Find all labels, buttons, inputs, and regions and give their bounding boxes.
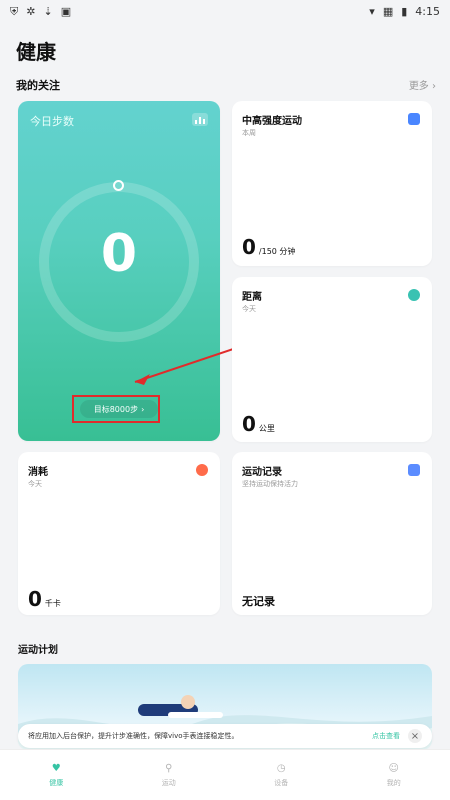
calories-value: 0 千卡 — [28, 589, 61, 614]
status-left: ⛨ ✲ ⇣ ▣ — [10, 6, 71, 17]
records-card[interactable]: 运动记录 坚持运动保持活力 无记录 — [232, 452, 432, 615]
chevron-right-icon: › — [432, 81, 436, 92]
intensity-title: 中高强度运动 — [242, 116, 302, 127]
nav-me[interactable]: ☺ 我的 — [387, 762, 401, 788]
highlight-box — [72, 395, 160, 423]
close-icon[interactable]: × — [408, 729, 422, 743]
shield-icon: ⛨ — [10, 4, 19, 18]
distance-value: 0 公里 — [242, 414, 275, 439]
intensity-sub: 本周 — [242, 129, 256, 137]
section-title-focus: 我的关注 — [16, 79, 60, 92]
more-label: 更多 — [408, 81, 429, 92]
flame-icon — [196, 464, 208, 476]
shoe-icon — [408, 113, 420, 125]
intensity-unit: /150 分钟 — [258, 247, 296, 256]
runner-icon: ⚲ — [165, 763, 173, 774]
nav-sport-label: 运动 — [161, 779, 176, 787]
page-title: 健康 — [16, 40, 56, 64]
section-title-plan: 运动计划 — [18, 645, 58, 656]
distance-title: 距离 — [242, 292, 262, 303]
distance-unit: 公里 — [258, 424, 275, 433]
bug-icon: ✲ — [26, 4, 36, 18]
toast-actions: 点击查看 × — [366, 729, 422, 743]
distance-number: 0 — [242, 412, 256, 436]
more-link[interactable]: 更多 › — [409, 77, 436, 92]
nav-health[interactable]: ♥ 健康 — [49, 762, 63, 788]
bar-chart-icon[interactable] — [192, 113, 208, 126]
distance-sub: 今天 — [242, 305, 256, 313]
calories-card[interactable]: 消耗 今天 0 千卡 — [18, 452, 220, 615]
download-icon: ⇣ — [43, 4, 53, 18]
bottom-nav: ♥ 健康 ⚲ 运动 ◷ 设备 ☺ 我的 — [0, 749, 450, 800]
records-sub: 坚持运动保持活力 — [242, 480, 298, 488]
document-icon — [408, 464, 420, 476]
nav-device[interactable]: ◷ 设备 — [274, 762, 288, 788]
steps-card[interactable]: 今日步数 0 目标8000步 › — [18, 101, 220, 441]
watch-icon: ◷ — [276, 763, 286, 774]
battery-icon: ▮ — [401, 4, 408, 18]
toast-text-wrap: 将应用加入后台保护，提升计步准确性，保障vivo手表连接稳定性。 — [28, 731, 239, 741]
status-bar: ⛨ ✲ ⇣ ▣ ▾ ▦ ▮ 4:15 — [0, 0, 450, 22]
background-protection-toast[interactable]: 将应用加入后台保护，提升计步准确性，保障vivo手表连接稳定性。 点击查看 × — [18, 724, 432, 748]
calories-unit: 千卡 — [44, 599, 61, 608]
intensity-value: 0/150 分钟 — [242, 237, 295, 262]
nav-sport[interactable]: ⚲ 运动 — [162, 762, 176, 788]
distance-card[interactable]: 距离 今天 0 公里 — [232, 277, 432, 442]
records-value: 无记录 — [242, 595, 275, 608]
status-time: 4:15 — [415, 4, 440, 18]
toast-text: 将应用加入后台保护，提升计步准确性，保障vivo手表连接稳定性。 — [28, 732, 239, 740]
steps-title: 今日步数 — [30, 115, 74, 128]
heart-pulse-icon: ♥ — [51, 763, 61, 774]
records-title: 运动记录 — [242, 467, 282, 478]
ring-indicator-icon — [113, 180, 124, 191]
wifi-icon: ▾ — [369, 4, 375, 18]
sim-icon: ▦ — [382, 4, 394, 18]
nav-health-label: 健康 — [49, 779, 64, 787]
intensity-number: 0 — [242, 235, 256, 259]
nav-me-label: 我的 — [386, 779, 401, 787]
calories-sub: 今天 — [28, 480, 42, 488]
location-pin-icon — [408, 289, 420, 301]
steps-value: 0 — [100, 224, 138, 284]
calories-number: 0 — [28, 587, 42, 611]
box-icon: ▣ — [60, 4, 72, 18]
user-icon: ☺ — [388, 763, 399, 774]
calories-title: 消耗 — [28, 467, 48, 478]
status-right: ▾ ▦ ▮ 4:15 — [369, 5, 440, 18]
toast-link[interactable]: 点击查看 — [372, 731, 400, 741]
intensity-card[interactable]: 中高强度运动 本周 0/150 分钟 — [232, 101, 432, 266]
nav-device-label: 设备 — [274, 779, 289, 787]
